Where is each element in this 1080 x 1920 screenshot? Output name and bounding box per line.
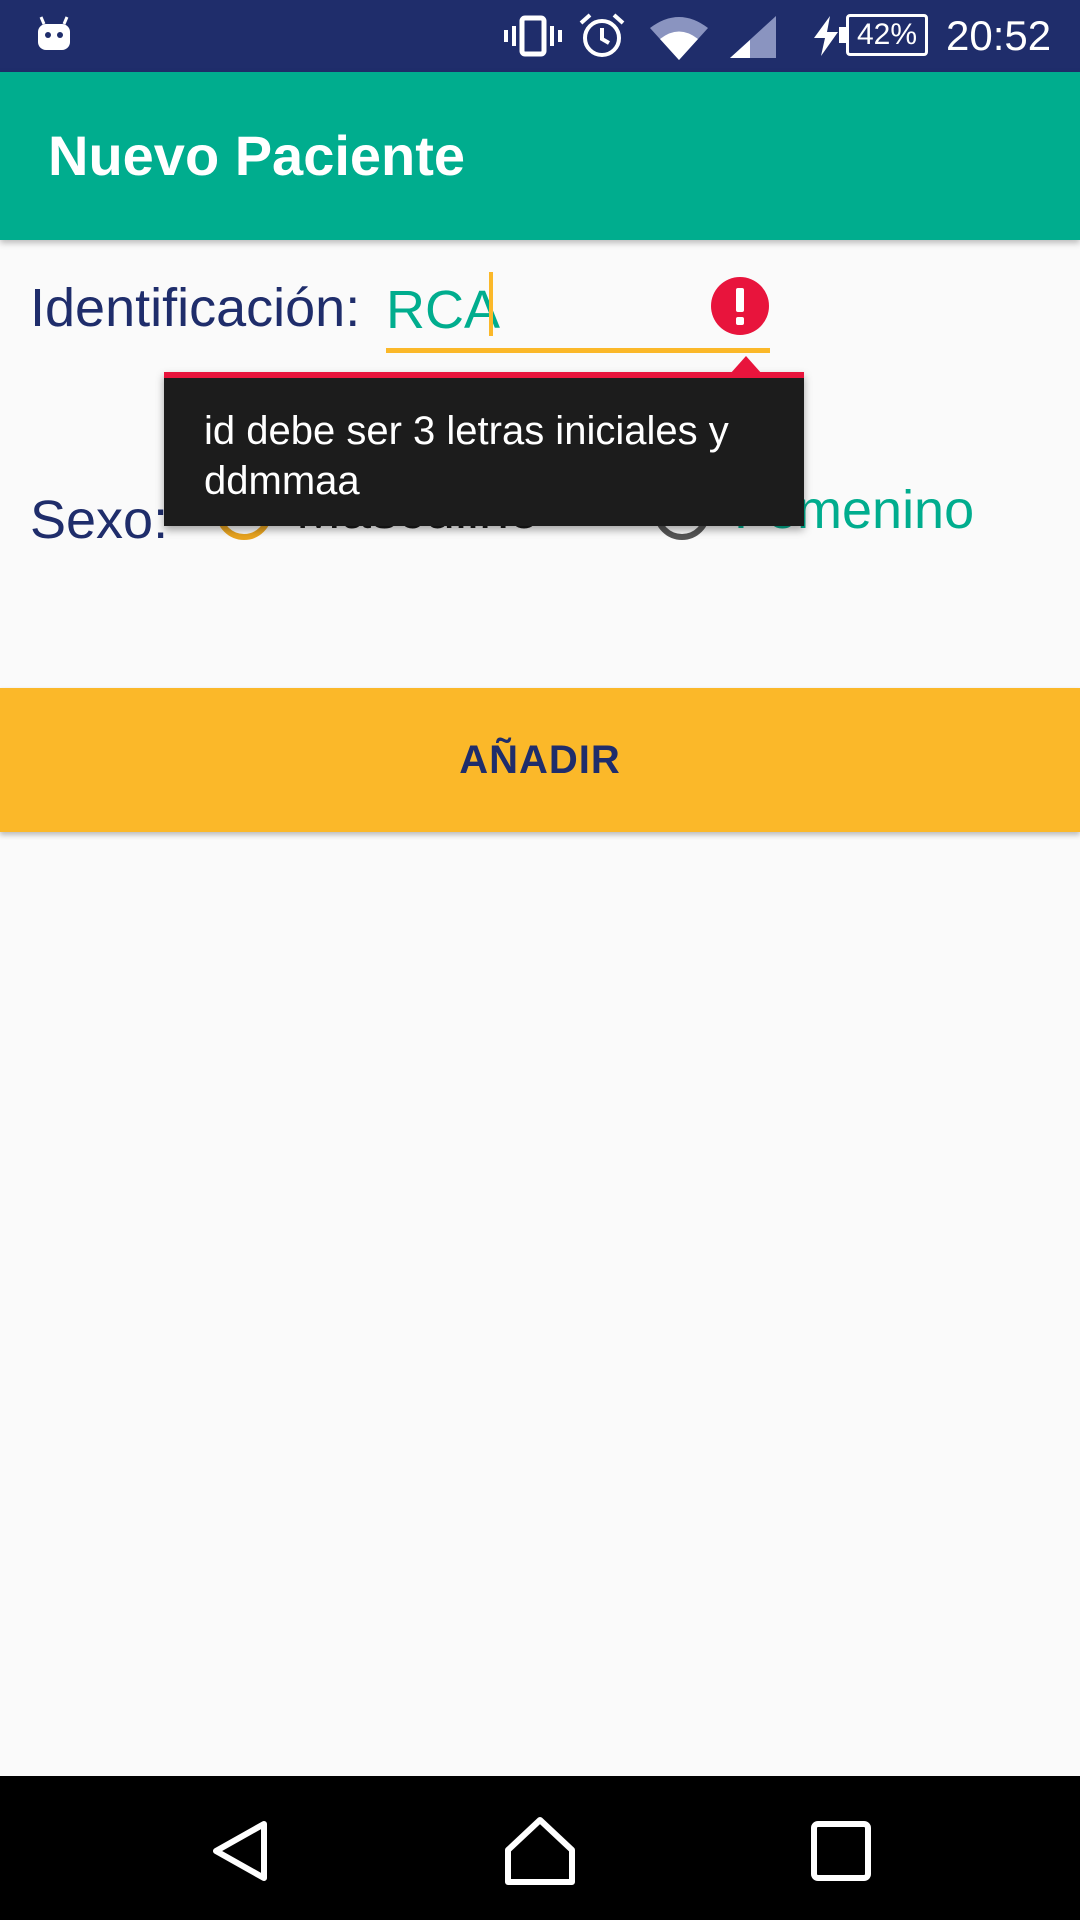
alarm-icon bbox=[579, 13, 625, 57]
home-icon[interactable] bbox=[504, 1816, 576, 1886]
error-message: id debe ser 3 letras iniciales y ddmmaa bbox=[204, 409, 729, 503]
text-cursor bbox=[489, 272, 493, 336]
battery-icon: 42% bbox=[839, 14, 928, 56]
vibrate-icon bbox=[504, 15, 562, 57]
sex-label: Sexo: bbox=[30, 490, 169, 550]
wifi-icon bbox=[650, 17, 708, 60]
error-popup-pointer bbox=[730, 356, 762, 374]
recents-icon[interactable] bbox=[810, 1820, 872, 1882]
back-icon[interactable] bbox=[208, 1818, 274, 1884]
page-title: Nuevo Paciente bbox=[48, 124, 466, 187]
add-button[interactable]: AÑADIR bbox=[0, 688, 1080, 832]
id-input-underline bbox=[386, 348, 770, 353]
app-bar: Nuevo Paciente bbox=[0, 72, 1080, 240]
android-icon bbox=[38, 16, 70, 50]
navigation-bar bbox=[0, 1776, 1080, 1920]
error-icon[interactable] bbox=[710, 276, 770, 336]
error-popup: id debe ser 3 letras iniciales y ddmmaa bbox=[164, 372, 804, 526]
screen: 42% 20:52 Nuevo Paciente Identificación:… bbox=[0, 0, 1080, 1920]
charging-icon bbox=[814, 16, 838, 56]
clock: 20:52 bbox=[946, 12, 1052, 59]
signal-icon bbox=[730, 16, 776, 58]
status-bar: 42% 20:52 bbox=[0, 0, 1080, 72]
id-label: Identificación: bbox=[30, 278, 361, 338]
